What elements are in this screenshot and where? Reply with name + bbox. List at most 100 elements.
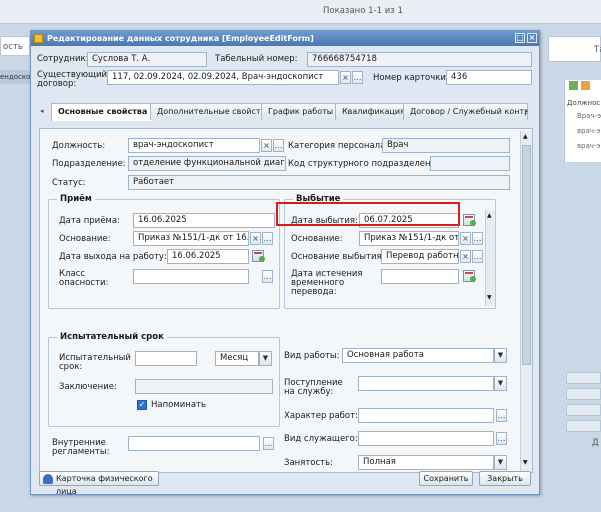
leave-scroll-down-icon[interactable]: ▼ (487, 294, 492, 301)
contract-field[interactable]: 117, 02.09.2024, 02.09.2024, Врач-эндоск… (107, 70, 339, 85)
employment-dropdown-icon[interactable]: ▼ (494, 455, 507, 470)
character-lookup-button[interactable]: … (496, 409, 507, 422)
tabs-scroll-right-icon[interactable]: ▸ (525, 107, 529, 115)
hire-fieldset: Приём Дата приёма: 16.06.2025 Основание:… (48, 194, 280, 309)
close-icon[interactable]: × (527, 33, 537, 43)
close-button[interactable]: Закрыть (479, 471, 531, 486)
background-right-letter: Д (592, 438, 599, 448)
hire-date-label: Дата приёма: (59, 216, 120, 226)
hire-basis-lookup-button[interactable]: … (262, 232, 273, 245)
leave-basis-field[interactable]: Приказ №151/1-дк от 1 (359, 231, 459, 246)
contract-label: Существующий договор: (37, 70, 108, 89)
hire-basis-clear-icon[interactable]: × (250, 232, 261, 245)
leave-scrollbar[interactable]: ▲ ▼ (485, 210, 495, 306)
service-type-label: Вид служащего: (284, 434, 358, 444)
tab-additional-properties[interactable]: Дополнительные свойства (150, 103, 278, 120)
contract-clear-icon[interactable]: × (340, 71, 351, 84)
division-field[interactable]: отделение функциональной диагнос (128, 156, 286, 171)
tabnum-field[interactable]: 766668754718 (307, 52, 532, 67)
remind-checkbox[interactable]: ✓ (137, 400, 147, 410)
start-date-calendar-icon[interactable] (252, 250, 265, 262)
category-field[interactable]: Врач (382, 138, 510, 153)
background-right-buttons: Д (564, 372, 601, 472)
tab-main-properties[interactable]: Основные свойства (51, 103, 155, 121)
background-right-tab[interactable]: Та (548, 36, 601, 62)
position-field[interactable]: врач-эндоскопист (128, 138, 260, 153)
person-icon (43, 474, 53, 484)
background-right-item[interactable]: врач-э (577, 127, 600, 135)
position-clear-icon[interactable]: × (261, 139, 272, 152)
position-lookup-button[interactable]: … (273, 139, 284, 152)
entry-select[interactable] (358, 376, 494, 391)
dialog-titlebar[interactable]: Редактирование данных сотрудника [Employ… (31, 31, 539, 46)
scroll-down-icon[interactable]: ▼ (523, 459, 528, 466)
scroll-thumb[interactable] (522, 145, 531, 365)
conclusion-field[interactable] (135, 379, 273, 394)
danger-class-label: Класс опасности: (59, 269, 109, 288)
leave-reason-clear-icon[interactable]: × (460, 250, 471, 263)
probation-fieldset: Испытательный срок Испытательный срок: М… (48, 332, 280, 427)
regulations-field[interactable] (128, 436, 260, 451)
dialog-title: Редактирование данных сотрудника [Employ… (47, 34, 314, 43)
tabs-scroll-left-icon[interactable]: ◂ (40, 107, 49, 119)
probation-legend: Испытательный срок (57, 332, 167, 342)
tab-qualification[interactable]: Квалификация (335, 103, 412, 120)
regulations-lookup-button[interactable]: … (263, 437, 274, 450)
background-right-item[interactable]: Врач-э (577, 112, 601, 120)
leave-date-calendar-icon[interactable] (463, 214, 476, 226)
work-type-select[interactable]: Основная работа (342, 348, 494, 363)
work-type-dropdown-icon[interactable]: ▼ (494, 348, 507, 363)
card-number-field[interactable]: 436 (446, 70, 532, 85)
background-right-header: Должнос (567, 99, 601, 107)
contract-lookup-button[interactable]: … (352, 71, 363, 84)
save-button[interactable]: Сохранить (419, 471, 473, 486)
hire-date-field[interactable]: 16.06.2025 (133, 213, 275, 228)
entry-label: Поступление на службу: (284, 378, 343, 397)
employment-select[interactable]: Полная (358, 455, 494, 470)
person-card-button[interactable]: Карточка физического лица (39, 471, 159, 496)
add-icon[interactable] (569, 81, 578, 90)
leave-reason-label: Основание выбытия: (291, 252, 385, 262)
leave-scroll-up-icon[interactable]: ▲ (487, 212, 492, 219)
employee-field[interactable]: Суслова Т. А. (87, 52, 207, 67)
probation-unit-select[interactable]: Месяц (215, 351, 259, 366)
leave-reason-field[interactable]: Перевод работника (381, 249, 459, 264)
tab-schedule[interactable]: График работы (261, 103, 341, 120)
work-type-label: Вид работы: (284, 351, 340, 361)
transfer-expiry-calendar-icon[interactable] (463, 270, 476, 282)
tabnum-label: Табельный номер: (215, 54, 298, 64)
scroll-up-icon[interactable]: ▲ (523, 133, 528, 140)
background-right-item[interactable]: врач-э (577, 142, 600, 150)
leave-basis-label: Основание: (291, 234, 343, 244)
maximize-icon[interactable]: □ (515, 33, 525, 43)
probation-unit-dropdown-icon[interactable]: ▼ (259, 351, 272, 366)
start-date-field[interactable]: 16.06.2025 (167, 249, 249, 264)
service-type-field[interactable] (358, 431, 494, 446)
division-code-field[interactable] (430, 156, 510, 171)
status-field[interactable]: Работает (128, 175, 510, 190)
transfer-expiry-label: Дата истечения временного перевода: (291, 269, 363, 297)
hire-basis-field[interactable]: Приказ №151/1-дк от 16.06 (133, 231, 249, 246)
entry-dropdown-icon[interactable]: ▼ (494, 376, 507, 391)
employment-label: Занятость: (284, 458, 333, 468)
background-left-row[interactable]: ендоскоп (0, 70, 35, 84)
conclusion-label: Заключение: (59, 382, 117, 392)
leave-basis-clear-icon[interactable]: × (460, 232, 471, 245)
window-icon (34, 34, 43, 43)
status-label: Статус: (52, 178, 86, 188)
leave-reason-lookup-button[interactable]: … (472, 250, 483, 263)
position-label: Должность: (52, 141, 106, 151)
service-type-lookup-button[interactable]: … (496, 432, 507, 445)
edit-icon[interactable] (581, 81, 590, 90)
probation-term-field[interactable] (135, 351, 197, 366)
character-field[interactable] (358, 408, 494, 423)
leave-basis-lookup-button[interactable]: … (472, 232, 483, 245)
background-left-tab[interactable]: ость (0, 36, 30, 56)
danger-class-lookup-button[interactable]: … (262, 270, 273, 283)
hire-legend: Приём (57, 194, 95, 204)
transfer-expiry-field[interactable] (381, 269, 459, 284)
danger-class-field[interactable] (133, 269, 249, 284)
tab-contract[interactable]: Договор / Служебный контракт (403, 103, 528, 120)
panel-scrollbar[interactable]: ▲ ▼ (520, 131, 532, 471)
category-label: Категория персонала: (288, 141, 389, 151)
